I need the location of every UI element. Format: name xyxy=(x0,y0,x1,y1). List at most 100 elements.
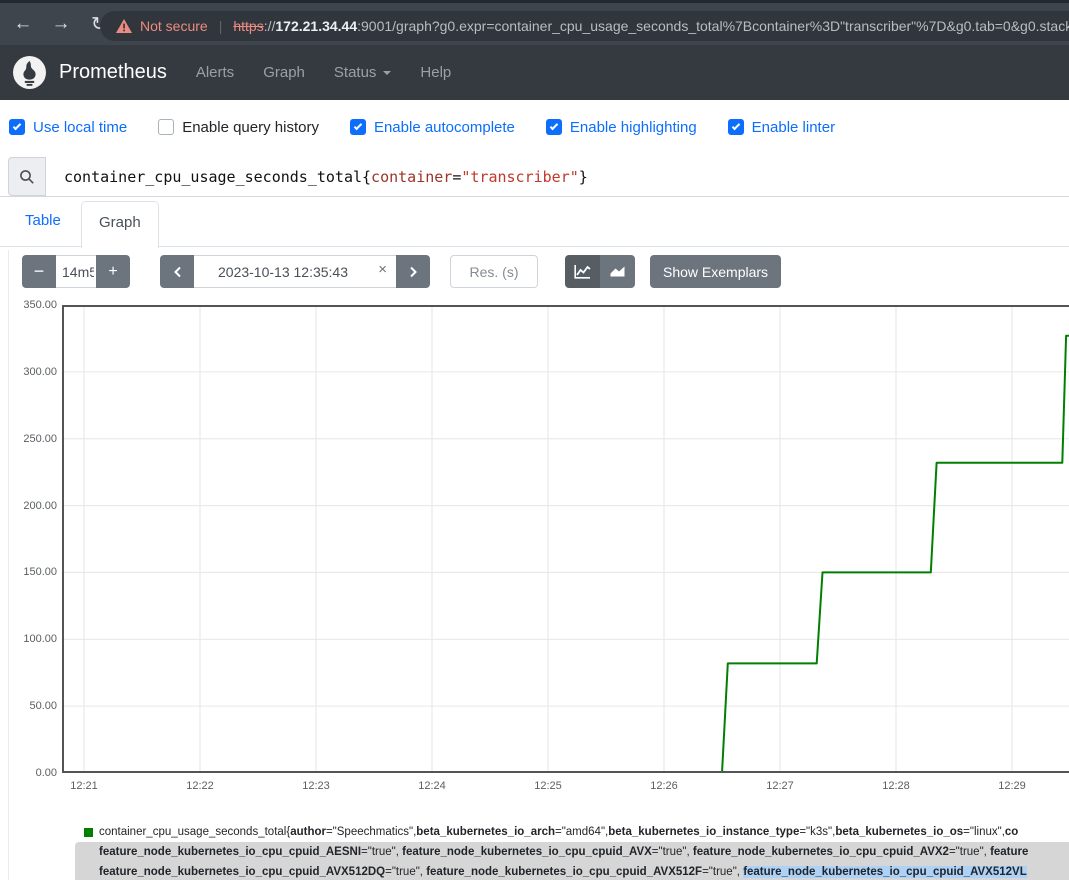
option-label: Enable linter xyxy=(752,119,835,136)
x-axis-tick: 12:29 xyxy=(987,780,1037,792)
legend-line: feature_node_kubernetes_io_cpu_cpuid_AVX… xyxy=(75,862,1069,880)
time-input-group: × xyxy=(160,255,430,288)
legend-text: ="true", xyxy=(702,866,743,878)
checkbox-checked-icon[interactable] xyxy=(350,119,366,135)
graph-chart[interactable]: 0.0050.00100.00150.00200.00250.00300.003… xyxy=(0,295,1069,800)
plot-area[interactable] xyxy=(62,305,1069,773)
check-icon xyxy=(13,122,21,130)
check-icon xyxy=(550,122,558,130)
checkbox-checked-icon[interactable] xyxy=(9,119,25,135)
nav-item-graph[interactable]: Graph xyxy=(263,64,305,81)
query-operator: = xyxy=(452,168,461,186)
line-graph-button[interactable] xyxy=(565,255,600,288)
option-enable-linter[interactable]: Enable linter xyxy=(728,119,835,136)
nav-item-help[interactable]: Help xyxy=(420,64,451,81)
legend-text: ="true", xyxy=(385,866,426,878)
tab-graph[interactable]: Graph xyxy=(81,201,159,248)
decrease-range-button[interactable]: − xyxy=(22,255,56,288)
forward-icon[interactable]: → xyxy=(50,13,72,36)
panel-tabs: Table Graph xyxy=(0,197,1069,247)
x-axis-tick: 12:26 xyxy=(639,780,689,792)
x-axis-tick: 12:23 xyxy=(291,780,341,792)
legend-text: ="linux", xyxy=(963,822,1005,842)
x-axis-tick: 12:25 xyxy=(523,780,573,792)
datetime-input[interactable] xyxy=(194,255,396,288)
check-icon xyxy=(354,122,362,130)
checkbox-unchecked-icon[interactable] xyxy=(158,119,174,135)
legend-text: feature xyxy=(990,846,1028,858)
option-enable-highlighting[interactable]: Enable highlighting xyxy=(546,119,697,136)
warning-icon[interactable] xyxy=(116,19,132,33)
legend-text: author xyxy=(290,822,326,842)
tab-table[interactable]: Table xyxy=(25,212,61,229)
legend-text: beta_kubernetes_io_instance_type xyxy=(608,822,799,842)
x-axis-tick: 12:21 xyxy=(59,780,109,792)
prometheus-logo-icon[interactable] xyxy=(13,56,46,89)
stacked-graph-button[interactable] xyxy=(600,255,635,288)
next-time-button[interactable] xyxy=(396,255,430,288)
screen: ← → ↻ Not secure | https://172.21.34.44:… xyxy=(0,0,1069,880)
line-graph-icon xyxy=(574,264,591,279)
url-divider: | xyxy=(219,18,223,34)
nav-item-alerts[interactable]: Alerts xyxy=(196,64,234,81)
browser-chrome: ← → ↻ Not secure | https://172.21.34.44:… xyxy=(0,0,1069,45)
option-label: Enable highlighting xyxy=(570,119,697,136)
navbar-links: Alerts Graph Status Help xyxy=(196,64,480,81)
legend-text: ="Speechmatics", xyxy=(326,822,416,842)
legend-text: ="amd64", xyxy=(555,822,608,842)
search-addon xyxy=(8,157,46,196)
panel-left-border xyxy=(8,250,9,880)
query-bar: container_cpu_usage_seconds_total{contai… xyxy=(0,157,1069,197)
legend-text: beta_kubernetes_io_os xyxy=(835,822,963,842)
chevron-right-icon xyxy=(409,266,418,278)
query-label-value: "transcriber" xyxy=(461,168,578,186)
x-axis-tick: 12:27 xyxy=(755,780,805,792)
query-input[interactable]: container_cpu_usage_seconds_total{contai… xyxy=(64,168,588,186)
legend-text: container_cpu_usage_seconds_total{ xyxy=(99,822,290,842)
option-label: Use local time xyxy=(33,119,127,136)
not-secure-label: Not secure xyxy=(140,18,208,34)
back-icon[interactable]: ← xyxy=(12,13,34,36)
url-path: :9001/graph?g0.expr=container_cpu_usage_… xyxy=(357,18,1069,34)
prometheus-navbar: Prometheus Alerts Graph Status Help xyxy=(0,45,1069,100)
range-input-group: − + xyxy=(22,255,130,288)
option-enable-query-history[interactable]: Enable query history xyxy=(158,119,319,136)
graph-controls: − + × xyxy=(0,255,1069,288)
increase-range-button[interactable]: + xyxy=(96,255,130,288)
nav-item-status[interactable]: Status xyxy=(334,64,392,81)
query-label-name: container xyxy=(371,168,452,186)
legend-text: ="true", xyxy=(361,846,402,858)
option-label: Enable query history xyxy=(182,119,319,136)
series-color-swatch-icon xyxy=(84,828,93,837)
option-label: Enable autocomplete xyxy=(374,119,515,136)
graph-legend: container_cpu_usage_seconds_total{author… xyxy=(75,822,1069,880)
resolution-input[interactable] xyxy=(450,255,538,288)
brand-prometheus[interactable]: Prometheus xyxy=(59,61,167,84)
url-scheme: https xyxy=(233,18,263,34)
previous-time-button[interactable] xyxy=(160,255,194,288)
option-use-local-time[interactable]: Use local time xyxy=(9,119,127,136)
legend-line: feature_node_kubernetes_io_cpu_cpuid_AES… xyxy=(75,842,1069,862)
legend-text: co xyxy=(1005,822,1018,842)
legend-text: ="k3s", xyxy=(799,822,835,842)
url-host: 172.21.34.44 xyxy=(275,18,357,34)
graph-type-toggle xyxy=(565,255,635,288)
options-row: Use local time Enable query history Enable… xyxy=(9,100,866,154)
query-brace-close: } xyxy=(579,168,588,186)
checkbox-checked-icon[interactable] xyxy=(546,119,562,135)
range-input[interactable] xyxy=(56,255,96,288)
option-enable-autocomplete[interactable]: Enable autocomplete xyxy=(350,119,515,136)
legend-text: ="true", xyxy=(949,846,990,858)
plot-svg xyxy=(62,305,1069,773)
clear-time-icon[interactable]: × xyxy=(378,261,387,278)
url-separator: :// xyxy=(264,18,276,34)
legend-line[interactable]: container_cpu_usage_seconds_total{author… xyxy=(75,822,1069,842)
checkbox-checked-icon[interactable] xyxy=(728,119,744,135)
x-axis-tick: 12:22 xyxy=(175,780,225,792)
address-bar[interactable]: Not secure | https://172.21.34.44:9001/g… xyxy=(100,11,1069,41)
query-brace-open: { xyxy=(362,168,371,186)
stacked-graph-icon xyxy=(609,264,626,279)
legend-text: feature_node_kubernetes_io_cpu_cpuid_AVX… xyxy=(426,866,702,878)
show-exemplars-button[interactable]: Show Exemplars xyxy=(650,255,781,288)
query-metric: container_cpu_usage_seconds_total xyxy=(64,168,362,186)
